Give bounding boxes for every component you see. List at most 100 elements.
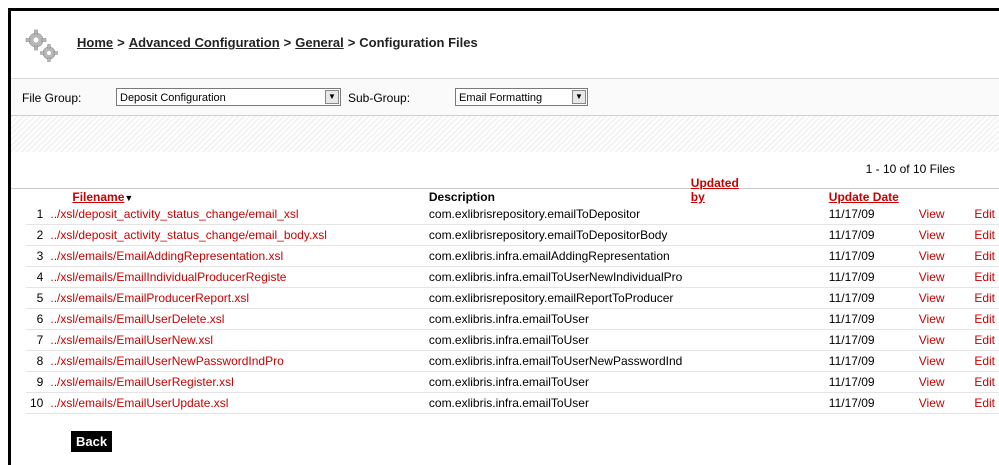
edit-link[interactable]: Edit bbox=[970, 266, 999, 288]
update-date-cell: 11/17/09 bbox=[824, 308, 915, 330]
breadcrumb-current: Configuration Files bbox=[359, 35, 478, 50]
sub-group-value: Email Formatting bbox=[459, 92, 543, 104]
edit-link[interactable]: Edit bbox=[970, 224, 999, 246]
row-number: 3 bbox=[26, 245, 47, 267]
row-number: 8 bbox=[26, 350, 47, 372]
row-number: 7 bbox=[26, 329, 47, 351]
column-header-view bbox=[915, 176, 971, 204]
description-cell: com.exlibrisrepository.emailToDepositor bbox=[424, 204, 777, 225]
edit-link[interactable]: Edit bbox=[970, 245, 999, 267]
filename-link[interactable]: ../xsl/emails/EmailUserUpdate.xsl bbox=[50, 396, 228, 410]
breadcrumb: Home > Advanced Configuration > General > Conf… bbox=[77, 35, 478, 50]
updated-by-cell bbox=[776, 287, 825, 309]
column-header-edit bbox=[970, 176, 999, 204]
view-link[interactable]: View bbox=[914, 204, 971, 225]
updated-by-cell bbox=[776, 204, 825, 225]
gears-icon bbox=[25, 29, 58, 62]
edit-link[interactable]: Edit bbox=[970, 371, 999, 393]
filename-cell: ../xsl/deposit_activity_status_change/em… bbox=[46, 224, 425, 246]
filename-link[interactable]: ../xsl/emails/EmailUserDelete.xsl bbox=[50, 312, 224, 326]
description-cell: com.exlibris.infra.emailToUser bbox=[424, 371, 777, 393]
view-link[interactable]: View bbox=[914, 308, 971, 330]
breadcrumb-separator: > bbox=[347, 35, 356, 50]
sub-group-select[interactable]: Email Formatting ▼ bbox=[455, 88, 588, 106]
updated-by-cell bbox=[776, 350, 825, 372]
view-link[interactable]: View bbox=[914, 266, 971, 288]
breadcrumb-separator: > bbox=[117, 35, 125, 50]
breadcrumb-home-link[interactable]: Home bbox=[77, 35, 113, 50]
view-link[interactable]: View bbox=[914, 224, 971, 246]
decorative-band bbox=[11, 116, 999, 152]
results-count: 1 - 10 of 10 Files bbox=[865, 162, 955, 176]
table-row: 6 ../xsl/emails/EmailUserDelete.xsl com.ex… bbox=[26, 308, 999, 330]
filename-header-label: Filename bbox=[72, 190, 125, 204]
filename-cell: ../xsl/emails/EmailUserNewPasswordIndPro bbox=[46, 350, 425, 372]
updated-by-cell bbox=[776, 371, 825, 393]
sub-group-label: Sub-Group: bbox=[348, 91, 411, 105]
update-date-cell: 11/17/09 bbox=[824, 371, 915, 393]
edit-link[interactable]: Edit bbox=[970, 350, 999, 372]
file-group-value: Deposit Configuration bbox=[120, 92, 226, 104]
updated-by-cell bbox=[776, 224, 825, 246]
filename-link[interactable]: ../xsl/deposit_activity_status_change/em… bbox=[50, 228, 327, 242]
description-cell: com.exlibris.infra.emailToUser bbox=[424, 308, 777, 330]
edit-link[interactable]: Edit bbox=[970, 308, 999, 330]
view-link[interactable]: View bbox=[914, 287, 971, 309]
files-table-body: 1 ../xsl/deposit_activity_status_change/e… bbox=[26, 204, 999, 414]
view-link[interactable]: View bbox=[914, 245, 971, 267]
update-date-cell: 11/17/09 bbox=[824, 350, 915, 372]
breadcrumb-separator: > bbox=[283, 35, 292, 50]
table-row: 8 ../xsl/emails/EmailUserNewPasswordIndPr… bbox=[26, 350, 999, 372]
filename-link[interactable]: ../xsl/emails/EmailProducerReport.xsl bbox=[50, 291, 249, 305]
edit-link[interactable]: Edit bbox=[970, 392, 999, 414]
row-number: 5 bbox=[26, 287, 47, 309]
dropdown-arrow-icon[interactable]: ▼ bbox=[572, 90, 586, 104]
description-cell: com.exlibrisrepository.emailReportToProd… bbox=[424, 287, 777, 309]
row-number: 6 bbox=[26, 308, 47, 330]
column-header-update-date[interactable]: Update Date bbox=[825, 176, 915, 204]
sort-down-icon: ▼ bbox=[124, 193, 134, 203]
description-cell: com.exlibris.infra.emailToUserNewIndivid… bbox=[424, 266, 777, 288]
file-group-select[interactable]: Deposit Configuration ▼ bbox=[116, 88, 341, 106]
view-link[interactable]: View bbox=[914, 371, 971, 393]
filename-link[interactable]: ../xsl/emails/EmailIndividualProducerReg… bbox=[50, 270, 286, 284]
table-row: 10 ../xsl/emails/EmailUserUpdate.xsl com.e… bbox=[26, 392, 999, 414]
filename-link[interactable]: ../xsl/emails/EmailUserRegister.xsl bbox=[50, 375, 233, 389]
filename-link[interactable]: ../xsl/emails/EmailAddingRepresentation.… bbox=[50, 249, 283, 263]
table-row: 5 ../xsl/emails/EmailProducerReport.xsl co… bbox=[26, 287, 999, 309]
filename-cell: ../xsl/emails/EmailIndividualProducerReg… bbox=[46, 266, 425, 288]
view-link[interactable]: View bbox=[914, 329, 971, 351]
update-date-cell: 11/17/09 bbox=[824, 204, 915, 225]
page-header: Home > Advanced Configuration > General > Conf… bbox=[11, 11, 999, 79]
filename-cell: ../xsl/emails/EmailUserDelete.xsl bbox=[46, 308, 425, 330]
table-row: 2 ../xsl/deposit_activity_status_change/e… bbox=[26, 224, 999, 246]
edit-link[interactable]: Edit bbox=[970, 329, 999, 351]
filename-cell: ../xsl/emails/EmailUserUpdate.xsl bbox=[46, 392, 425, 414]
filename-link[interactable]: ../xsl/deposit_activity_status_change/em… bbox=[50, 207, 298, 221]
filename-link[interactable]: ../xsl/emails/EmailUserNewPasswordIndPro bbox=[50, 354, 283, 368]
view-link[interactable]: View bbox=[914, 392, 971, 414]
breadcrumb-general-link[interactable]: General bbox=[295, 35, 343, 50]
column-header-filename[interactable]: Filename ▼ bbox=[46, 176, 425, 204]
updated-by-cell bbox=[776, 308, 825, 330]
row-number: 9 bbox=[26, 371, 47, 393]
filter-bar: File Group: Deposit Configuration ▼ Sub-… bbox=[11, 79, 999, 116]
update-date-cell: 11/17/09 bbox=[824, 287, 915, 309]
updated-by-cell bbox=[776, 329, 825, 351]
row-number: 4 bbox=[26, 266, 47, 288]
dropdown-arrow-icon[interactable]: ▼ bbox=[325, 90, 339, 104]
row-number: 1 bbox=[26, 204, 47, 225]
back-button[interactable]: Back bbox=[71, 431, 113, 452]
breadcrumb-advanced-configuration-link[interactable]: Advanced Configuration bbox=[129, 35, 280, 50]
filename-link[interactable]: ../xsl/emails/EmailUserNew.xsl bbox=[50, 333, 213, 347]
view-link[interactable]: View bbox=[914, 350, 971, 372]
file-group-label: File Group: bbox=[22, 91, 82, 105]
filename-cell: ../xsl/emails/EmailProducerReport.xsl bbox=[46, 287, 425, 309]
update-date-cell: 11/17/09 bbox=[824, 392, 915, 414]
table-row: 7 ../xsl/emails/EmailUserNew.xsl com.exlib… bbox=[26, 329, 999, 351]
edit-link[interactable]: Edit bbox=[970, 204, 999, 225]
edit-link[interactable]: Edit bbox=[970, 287, 999, 309]
column-header-updated-by[interactable]: Updated by bbox=[691, 176, 825, 204]
update-date-cell: 11/17/09 bbox=[824, 329, 915, 351]
row-number: 2 bbox=[26, 224, 47, 246]
